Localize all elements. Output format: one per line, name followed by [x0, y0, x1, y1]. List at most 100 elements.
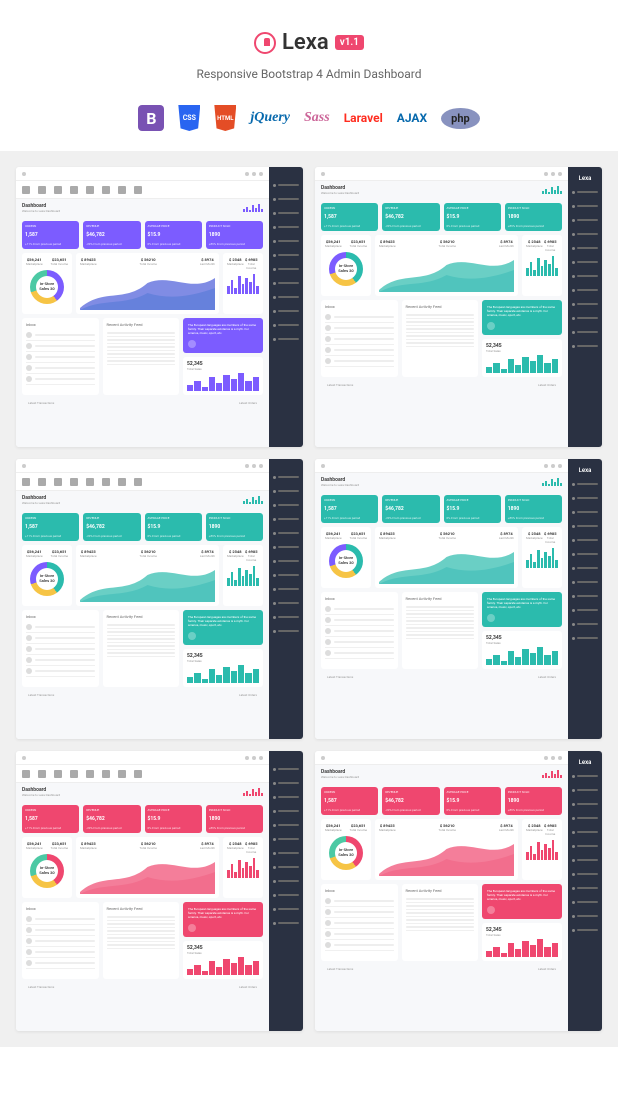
stat-card[interactable]: REVENUE $46,782 -29% From previous perio…	[83, 513, 140, 541]
sidebar-item[interactable]	[269, 485, 303, 497]
avatar[interactable]	[558, 464, 562, 468]
nav-icon[interactable]	[70, 478, 78, 486]
sidebar-item[interactable]	[269, 819, 303, 831]
sidebar-item[interactable]	[269, 791, 303, 803]
nav-icon[interactable]	[70, 186, 78, 194]
sidebar-item[interactable]	[568, 632, 602, 644]
search-icon[interactable]	[544, 756, 548, 760]
menu-icon[interactable]	[321, 172, 325, 176]
inbox-row[interactable]	[26, 958, 95, 969]
nav-icon[interactable]	[134, 770, 142, 778]
sidebar-item[interactable]	[269, 527, 303, 539]
inbox-row[interactable]	[325, 345, 394, 356]
inbox-row[interactable]	[325, 940, 394, 951]
sidebar-item[interactable]	[269, 499, 303, 511]
sidebar-item[interactable]	[568, 186, 602, 198]
inbox-row[interactable]	[325, 907, 394, 918]
sidebar-item[interactable]	[568, 924, 602, 936]
inbox-row[interactable]	[26, 330, 95, 341]
bell-icon[interactable]	[252, 172, 256, 176]
sidebar-item[interactable]	[568, 520, 602, 532]
sidebar-item[interactable]	[269, 249, 303, 261]
stat-card[interactable]: ORDERS 1,587 +11% From previous period	[22, 513, 79, 541]
sidebar-item[interactable]	[269, 305, 303, 317]
stat-card[interactable]: REVENUE $46,782 -29% From previous perio…	[83, 805, 140, 833]
stat-card[interactable]: AVERAGE PRICE $15.9 0% From previous per…	[145, 513, 202, 541]
sidebar-item[interactable]	[568, 896, 602, 908]
inbox-row[interactable]	[325, 626, 394, 637]
sidebar-item[interactable]	[269, 569, 303, 581]
inbox-row[interactable]	[325, 604, 394, 615]
avatar[interactable]	[558, 172, 562, 176]
sidebar-item[interactable]	[269, 889, 303, 901]
sidebar-item[interactable]	[269, 805, 303, 817]
sidebar-item[interactable]	[269, 777, 303, 789]
sidebar-item[interactable]	[269, 221, 303, 233]
sidebar-item[interactable]	[568, 854, 602, 866]
sidebar-item[interactable]	[269, 471, 303, 483]
sidebar-item[interactable]	[269, 235, 303, 247]
inbox-row[interactable]	[325, 929, 394, 940]
inbox-row[interactable]	[26, 352, 95, 363]
dashboard-screenshot[interactable]: Lexa Dashboard Welcome to Lexa Dashboard…	[315, 167, 602, 447]
sidebar-item[interactable]	[568, 284, 602, 296]
sidebar-item[interactable]	[568, 340, 602, 352]
sidebar-item[interactable]	[568, 604, 602, 616]
menu-icon[interactable]	[22, 172, 26, 176]
inbox-row[interactable]	[26, 341, 95, 352]
inbox-row[interactable]	[26, 936, 95, 947]
menu-icon[interactable]	[321, 464, 325, 468]
menu-icon[interactable]	[22, 756, 26, 760]
nav-icon[interactable]	[22, 478, 30, 486]
sidebar-item[interactable]	[568, 548, 602, 560]
sidebar-item[interactable]	[568, 576, 602, 588]
sidebar-item[interactable]	[568, 242, 602, 254]
avatar[interactable]	[259, 464, 263, 468]
sidebar-item[interactable]	[568, 618, 602, 630]
sidebar-item[interactable]	[568, 882, 602, 894]
sidebar-item[interactable]	[568, 784, 602, 796]
inbox-row[interactable]	[26, 925, 95, 936]
nav-icon[interactable]	[134, 478, 142, 486]
search-icon[interactable]	[544, 464, 548, 468]
inbox-row[interactable]	[325, 648, 394, 659]
dashboard-screenshot[interactable]: Lexa Dashboard Welcome to Lexa Dashboard…	[315, 751, 602, 1031]
sidebar-item[interactable]	[269, 291, 303, 303]
nav-icon[interactable]	[86, 186, 94, 194]
stat-card[interactable]: REVENUE $46,782 -29% From previous perio…	[382, 787, 439, 815]
inbox-row[interactable]	[325, 896, 394, 907]
inbox-row[interactable]	[325, 356, 394, 367]
inbox-row[interactable]	[26, 914, 95, 925]
sidebar-item[interactable]	[269, 513, 303, 525]
nav-icon[interactable]	[54, 770, 62, 778]
nav-icon[interactable]	[102, 186, 110, 194]
sidebar-item[interactable]	[269, 611, 303, 623]
avatar[interactable]	[259, 172, 263, 176]
avatar[interactable]	[558, 756, 562, 760]
stat-card[interactable]: REVENUE $46,782 -29% From previous perio…	[382, 203, 439, 231]
dashboard-screenshot[interactable]: Dashboard Welcome to Lexa Dashboard ORDE…	[16, 167, 303, 447]
sidebar-item[interactable]	[269, 763, 303, 775]
inbox-row[interactable]	[325, 312, 394, 323]
stat-card[interactable]: ORDERS 1,587 +11% From previous period	[321, 203, 378, 231]
menu-icon[interactable]	[22, 464, 26, 468]
avatar[interactable]	[259, 756, 263, 760]
sidebar-item[interactable]	[269, 861, 303, 873]
sidebar-item[interactable]	[269, 263, 303, 275]
sidebar-item[interactable]	[568, 770, 602, 782]
sidebar-item[interactable]	[568, 910, 602, 922]
stat-card[interactable]: ORDERS 1,587 +11% From previous period	[321, 787, 378, 815]
stat-card[interactable]: PRODUCT SOLD 1890 +89% From previous per…	[505, 787, 562, 815]
sidebar-item[interactable]	[568, 298, 602, 310]
sidebar-item[interactable]	[568, 270, 602, 282]
menu-icon[interactable]	[321, 756, 325, 760]
sidebar-item[interactable]	[269, 903, 303, 915]
nav-icon[interactable]	[118, 478, 126, 486]
sidebar-item[interactable]	[568, 562, 602, 574]
inbox-row[interactable]	[26, 655, 95, 666]
stat-card[interactable]: PRODUCT SOLD 1890 +89% From previous per…	[505, 203, 562, 231]
stat-card[interactable]: ORDERS 1,587 +11% From previous period	[22, 221, 79, 249]
nav-icon[interactable]	[38, 478, 46, 486]
stat-card[interactable]: AVERAGE PRICE $15.9 0% From previous per…	[145, 221, 202, 249]
stat-card[interactable]: AVERAGE PRICE $15.9 0% From previous per…	[444, 203, 501, 231]
